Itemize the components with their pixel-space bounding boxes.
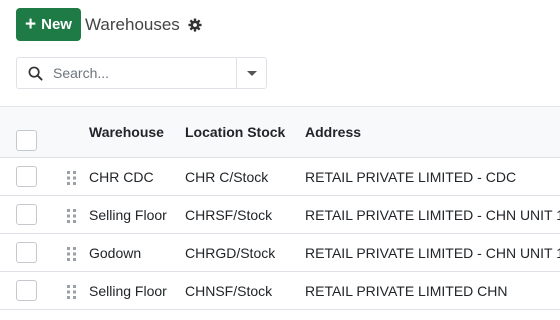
- search-icon: [17, 58, 53, 88]
- column-header-address[interactable]: Address: [305, 107, 361, 157]
- column-header-warehouse[interactable]: Warehouse: [89, 107, 164, 157]
- search-input[interactable]: [53, 58, 236, 88]
- cell-warehouse: CHR CDC: [89, 168, 154, 185]
- cell-location-stock: CHNSF/Stock: [185, 282, 273, 299]
- select-all-checkbox[interactable]: [16, 130, 37, 151]
- cell-location-stock: CHRSF/Stock: [185, 206, 273, 223]
- column-header-location-stock[interactable]: Location Stock: [185, 107, 285, 157]
- cell-address: RETAIL PRIVATE LIMITED - CHN UNIT 1: [305, 206, 560, 223]
- drag-handle-icon[interactable]: [67, 285, 77, 299]
- row-checkbox[interactable]: [16, 280, 37, 301]
- table-row[interactable]: Selling Floor CHRSF/Stock RETAIL PRIVATE…: [0, 196, 560, 234]
- drag-handle-icon[interactable]: [67, 171, 77, 185]
- warehouse-list: Warehouse Location Stock Address CHR CDC…: [0, 106, 560, 310]
- table-row[interactable]: Selling Floor CHNSF/Stock RETAIL PRIVATE…: [0, 272, 560, 310]
- search-box: [16, 57, 267, 89]
- drag-handle-icon[interactable]: [67, 247, 77, 261]
- cell-address: RETAIL PRIVATE LIMITED CHN: [305, 282, 508, 299]
- caret-down-icon: [246, 70, 257, 76]
- new-button-label: New: [41, 16, 72, 33]
- cell-address: RETAIL PRIVATE LIMITED - CDC: [305, 168, 517, 185]
- cell-address: RETAIL PRIVATE LIMITED - CHN UNIT 1: [305, 244, 560, 261]
- gear-icon[interactable]: [188, 17, 202, 32]
- cell-location-stock: CHR C/Stock: [185, 168, 269, 185]
- row-checkbox[interactable]: [16, 242, 37, 263]
- search-options-toggle[interactable]: [236, 58, 266, 88]
- plus-icon: +: [25, 14, 37, 35]
- new-button[interactable]: + New: [16, 8, 81, 41]
- breadcrumb[interactable]: Warehouses: [85, 15, 180, 35]
- row-checkbox[interactable]: [16, 166, 37, 187]
- cell-warehouse: Selling Floor: [89, 206, 167, 223]
- table-row[interactable]: Godown CHRGD/Stock RETAIL PRIVATE LIMITE…: [0, 234, 560, 272]
- cell-warehouse: Selling Floor: [89, 282, 167, 299]
- table-header: Warehouse Location Stock Address: [0, 106, 560, 158]
- drag-handle-icon[interactable]: [67, 209, 77, 223]
- table-row[interactable]: CHR CDC CHR C/Stock RETAIL PRIVATE LIMIT…: [0, 158, 560, 196]
- cell-warehouse: Godown: [89, 244, 142, 261]
- control-panel: + New Warehouses: [16, 8, 202, 41]
- row-checkbox[interactable]: [16, 204, 37, 225]
- cell-location-stock: CHRGD/Stock: [185, 244, 276, 261]
